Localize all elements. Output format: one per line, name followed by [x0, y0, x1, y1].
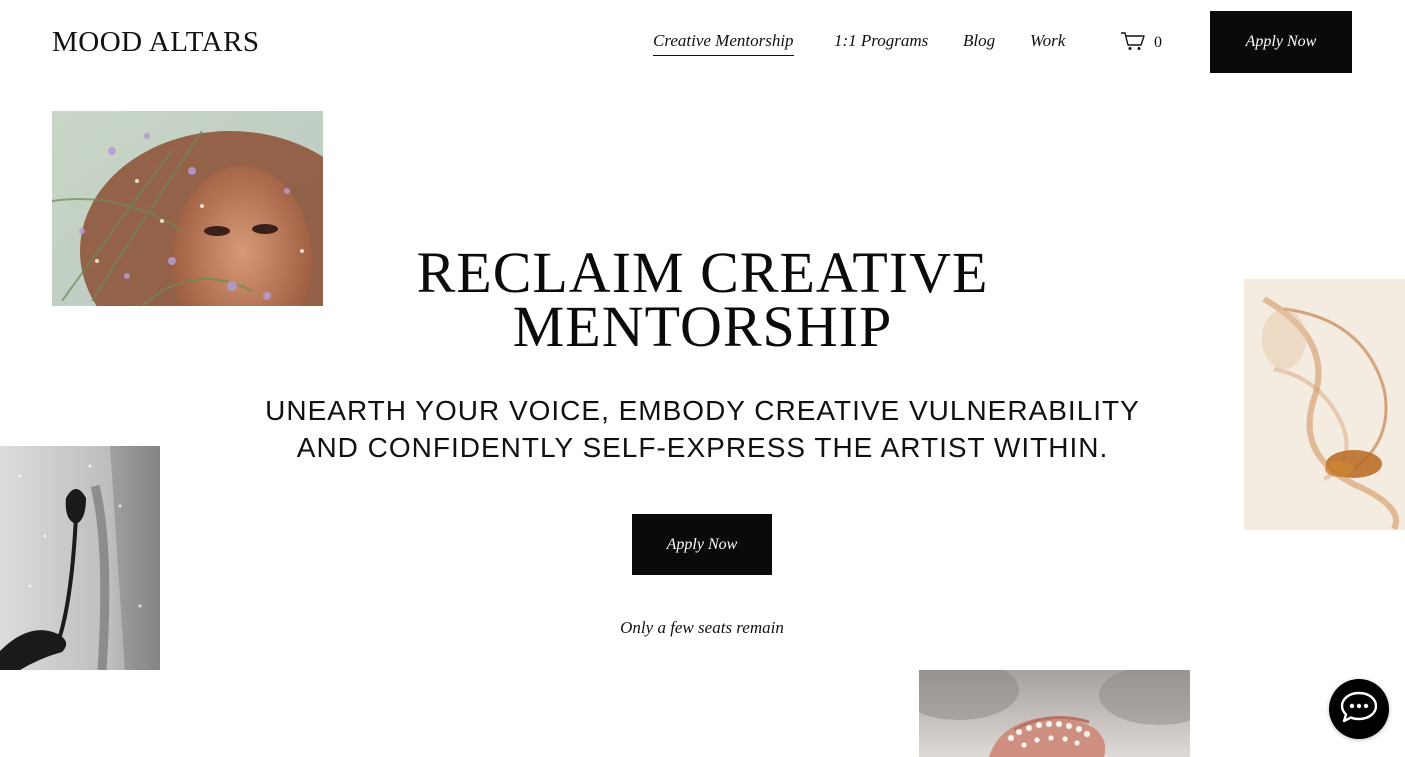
hero-photo-woman-flowers — [52, 111, 323, 306]
nav-item-programs[interactable]: 1:1 Programs — [834, 30, 928, 52]
hero-subtitle: UNEARTH YOUR VOICE, EMBODY CREATIVE VULN… — [240, 392, 1165, 466]
nav-item-creative-mentorship[interactable]: Creative Mentorship — [653, 30, 794, 56]
hero-apply-button[interactable]: Apply Now — [632, 514, 772, 575]
cart-icon — [1120, 31, 1145, 56]
hero-title-line-2: MENTORSHIP — [512, 294, 893, 359]
hero-title-line-1: RECLAIM CREATIVE — [416, 240, 989, 305]
chat-button[interactable] — [1329, 679, 1389, 739]
hero-subtitle-line-1: UNEARTH YOUR VOICE, EMBODY CREATIVE VULN… — [265, 395, 1140, 426]
hero-photo-pearl-hand — [919, 670, 1190, 757]
nav-item-work[interactable]: Work — [1030, 30, 1065, 52]
cart-link[interactable]: 0 — [1120, 31, 1162, 56]
hero-photo-abstract-smoke — [1244, 279, 1405, 530]
hero-title: RECLAIM CREATIVE MENTORSHIP — [330, 240, 1075, 359]
chat-bubble-icon — [1339, 690, 1379, 729]
hero-subtitle-line-2: AND CONFIDENTLY SELF-EXPRESS THE ARTIST … — [296, 432, 1109, 463]
main-nav: Creative Mentorship 1:1 Programs Blog Wo… — [0, 30, 1405, 56]
header-apply-button[interactable]: Apply Now — [1210, 11, 1352, 73]
seats-remaining-note: Only a few seats remain — [620, 618, 784, 637]
cart-count: 0 — [1154, 34, 1162, 51]
hero-photo-tulip-shadow — [0, 446, 160, 670]
nav-item-blog[interactable]: Blog — [963, 30, 995, 52]
